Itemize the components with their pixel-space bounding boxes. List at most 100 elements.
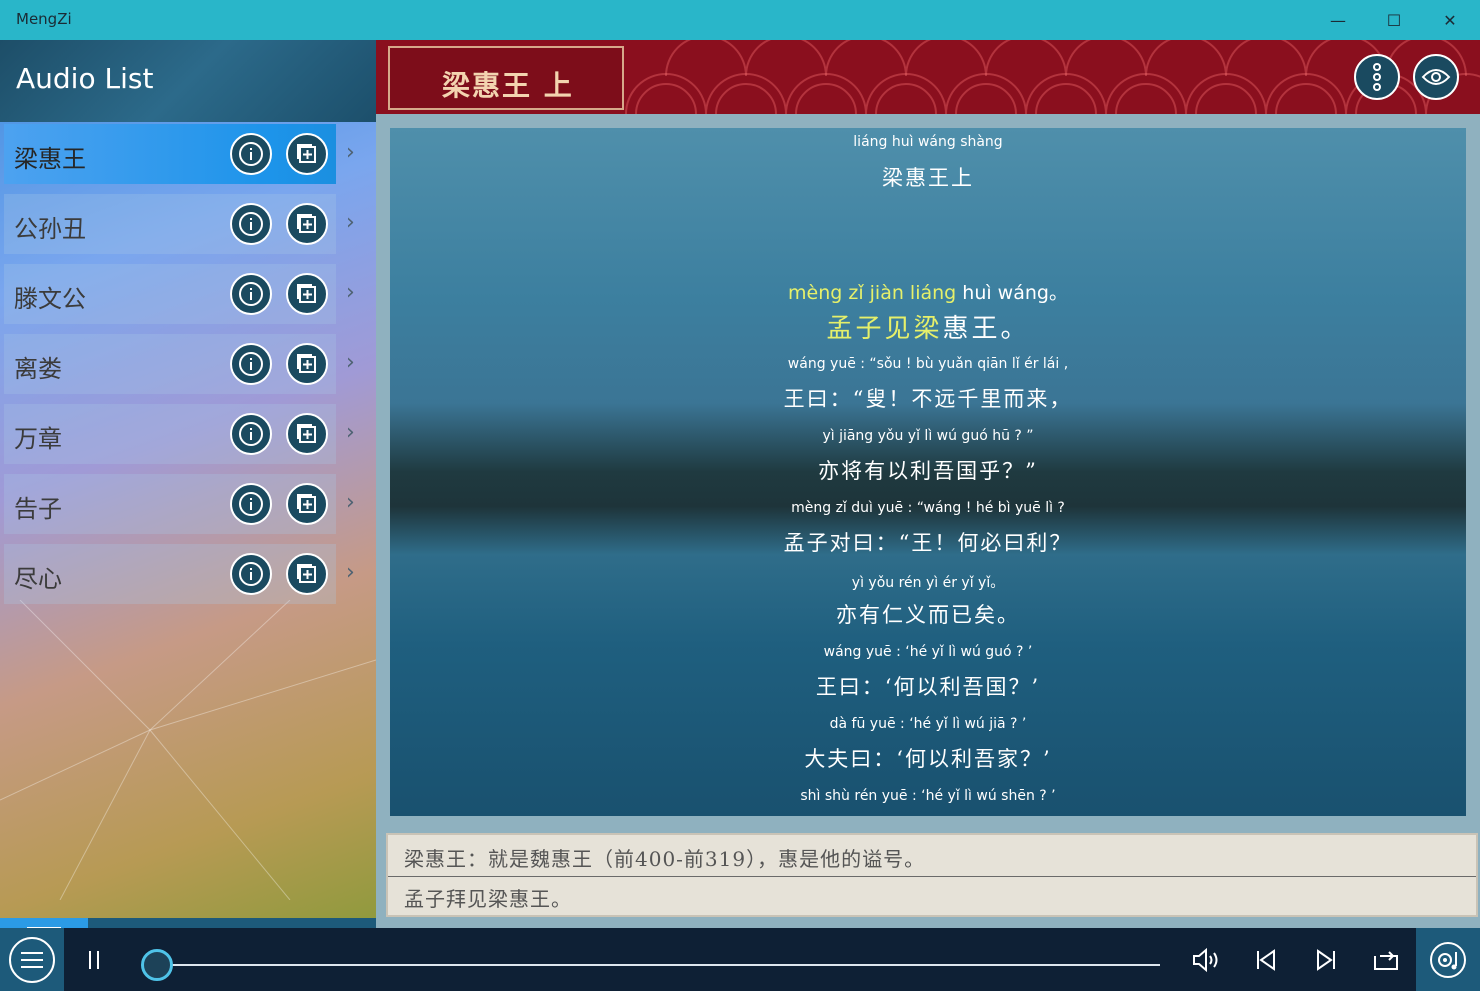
add-to-playlist-icon: [297, 144, 316, 163]
chapter-banner: 梁惠王 上: [376, 40, 1480, 114]
list-item-label: 万章: [14, 425, 62, 453]
player-bar: [0, 928, 1480, 991]
pinyin-line: wáng yuē : “sǒu ! bù yuǎn qiān lǐ ér lái…: [787, 356, 1069, 372]
hanzi-line: 大夫曰：‘何以利吾家？’: [804, 747, 1052, 771]
more-options-button[interactable]: [1354, 54, 1400, 100]
add-to-playlist-icon: [297, 214, 316, 233]
hanzi-line: 孟子对曰：“王！何必曰利？: [783, 531, 1073, 555]
volume-button[interactable]: [1188, 942, 1224, 978]
hanzi-rest: 惠王。: [942, 314, 1030, 344]
list-item[interactable]: 离娄 ›: [4, 334, 376, 394]
next-button[interactable]: [1308, 942, 1344, 978]
list-item-label: 告子: [14, 495, 62, 523]
list-item-label: 离娄: [14, 355, 62, 383]
sidebar-header: Audio List: [0, 40, 376, 122]
tab-history[interactable]: [88, 918, 176, 928]
annotation-divider: [388, 876, 1476, 877]
info-button[interactable]: [230, 413, 272, 455]
tab-favorites[interactable]: [176, 918, 264, 928]
chevron-right-icon[interactable]: ›: [346, 560, 355, 585]
tab-list[interactable]: [0, 918, 88, 928]
info-button[interactable]: [230, 483, 272, 525]
more-vertical-icon: [1373, 63, 1381, 91]
list-item-label: 尽心: [14, 565, 62, 593]
chevron-right-icon[interactable]: ›: [346, 350, 355, 375]
info-button[interactable]: [230, 133, 272, 175]
info-icon: [239, 352, 263, 376]
audio-list: 梁惠王 › 公孙丑 › 滕文公 › 离娄 › 万章 › 告子 › 尽心 ›: [4, 124, 376, 614]
info-button[interactable]: [230, 343, 272, 385]
title-bar: MengZi — ☐ ✕: [0, 0, 1480, 40]
list-item-label: 滕文公: [14, 285, 86, 313]
sidebar-heading: Audio List: [16, 62, 154, 95]
pause-icon: [89, 951, 99, 969]
previous-button[interactable]: [1248, 942, 1284, 978]
list-item[interactable]: 梁惠王 ›: [4, 124, 376, 184]
volume-icon: [1193, 947, 1218, 973]
annotation-text: 梁惠王：就是魏惠王（前400-前319），惠是他的谥号。: [404, 847, 926, 871]
tab-tools[interactable]: [264, 918, 352, 928]
info-button[interactable]: [230, 273, 272, 315]
disc-icon: [1430, 941, 1466, 978]
pinyin-line: dà fū yuē : ‘hé yǐ lì wú jiā ? ’: [829, 716, 1027, 732]
info-icon: [239, 282, 263, 306]
chapter-title-frame: 梁惠王 上: [388, 46, 624, 110]
chevron-right-icon[interactable]: ›: [346, 280, 355, 305]
progress-track[interactable]: [160, 964, 1160, 966]
pinyin-line: wáng yuē : ‘hé yǐ lì wú guó ? ’: [823, 644, 1033, 660]
pinyin-line: shì shù rén yuē : ‘hé yǐ lì wú shēn ? ’: [800, 788, 1056, 804]
now-playing-button[interactable]: [1416, 928, 1480, 991]
view-toggle-button[interactable]: [1413, 54, 1459, 100]
eye-icon: [1421, 69, 1451, 85]
hanzi-line: 王曰：‘何以利吾国？’: [815, 675, 1041, 699]
hanzi-line: 亦有仁义而已矣。: [836, 603, 1020, 627]
list-item[interactable]: 尽心 ›: [4, 544, 376, 604]
list-item-label: 梁惠王: [14, 145, 86, 173]
annotation-panel: 梁惠王：就是魏惠王（前400-前319），惠是他的谥号。 孟子拜见梁惠王。: [386, 833, 1478, 917]
text-display[interactable]: liáng huì wáng shàng 梁惠王上 mèng zǐ jiàn l…: [390, 128, 1466, 816]
current-line-pinyin: mèng zǐ jiàn liáng huì wáng。: [390, 278, 1466, 305]
chevron-right-icon[interactable]: ›: [346, 140, 355, 165]
list-item[interactable]: 告子 ›: [4, 474, 376, 534]
chevron-right-icon[interactable]: ›: [346, 210, 355, 235]
decorative-lines: [0, 600, 376, 900]
add-to-playlist-icon: [297, 284, 316, 303]
add-to-playlist-icon: [297, 564, 316, 583]
info-icon: [239, 422, 263, 446]
list-item[interactable]: 滕文公 ›: [4, 264, 376, 324]
pinyin-line: yì yǒu rén yì ér yǐ yǐ。: [851, 575, 1005, 591]
info-icon: [239, 492, 263, 516]
close-button[interactable]: ✕: [1422, 0, 1478, 40]
add-to-playlist-button[interactable]: [286, 273, 328, 315]
info-button[interactable]: [230, 553, 272, 595]
menu-button[interactable]: [0, 928, 64, 991]
add-to-playlist-button[interactable]: [286, 413, 328, 455]
current-line-hanzi: 孟子见梁惠王。: [390, 308, 1466, 345]
info-button[interactable]: [230, 203, 272, 245]
translation-text: 孟子拜见梁惠王。: [404, 887, 572, 911]
chevron-right-icon[interactable]: ›: [346, 420, 355, 445]
minimize-button[interactable]: —: [1310, 0, 1366, 40]
pause-button[interactable]: [76, 942, 112, 978]
audio-list-panel: Audio List 梁惠王 › 公孙丑 › 滕文公 › 离娄 › 万章 › 告…: [0, 40, 376, 928]
repeat-button[interactable]: [1368, 942, 1404, 978]
maximize-button[interactable]: ☐: [1366, 0, 1422, 40]
pinyin-rest: huì wáng。: [956, 282, 1068, 304]
menu-icon: [21, 951, 43, 968]
list-item-label: 公孙丑: [14, 215, 86, 243]
list-item[interactable]: 万章 ›: [4, 404, 376, 464]
add-to-playlist-button[interactable]: [286, 203, 328, 245]
info-icon: [239, 562, 263, 586]
progress-thumb[interactable]: [141, 949, 173, 981]
add-to-playlist-button[interactable]: [286, 343, 328, 385]
add-to-playlist-button[interactable]: [286, 133, 328, 175]
next-icon: [1317, 949, 1335, 971]
add-to-playlist-button[interactable]: [286, 483, 328, 525]
chevron-right-icon[interactable]: ›: [346, 490, 355, 515]
info-icon: [239, 142, 263, 166]
add-to-playlist-button[interactable]: [286, 553, 328, 595]
pinyin-line: mèng zǐ duì yuē : “wáng ! hé bì yuē lì ?: [791, 500, 1065, 516]
list-item[interactable]: 公孙丑 ›: [4, 194, 376, 254]
hanzi-line: 亦将有以利吾国乎？”: [818, 459, 1038, 483]
title-pinyin: liáng huì wáng shàng: [853, 134, 1003, 150]
